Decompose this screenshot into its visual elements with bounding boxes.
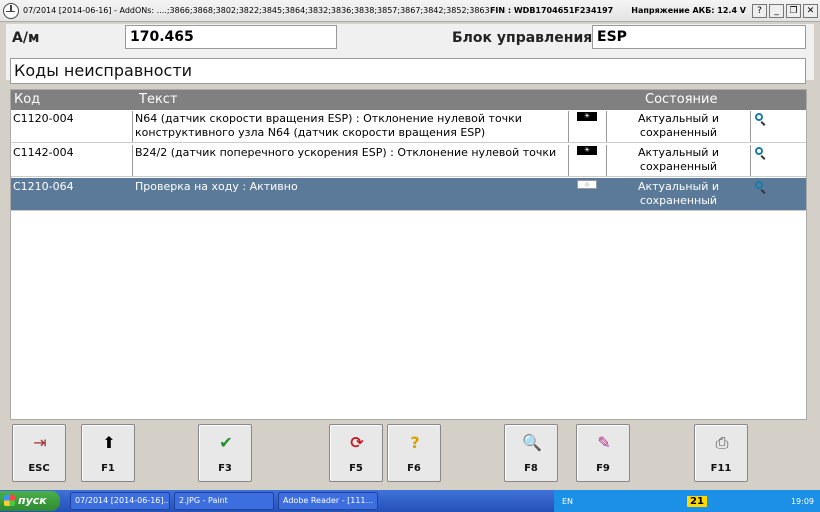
fault-text-line: B24/2 (датчик поперечного ускорения ESP)… xyxy=(135,146,557,159)
help-button[interactable]: ? xyxy=(752,3,767,18)
magnifier-icon[interactable] xyxy=(755,113,763,121)
fault-state-line: Актуальный и xyxy=(637,112,719,125)
column-header-text[interactable]: Текст xyxy=(139,90,178,110)
f6-button[interactable]: ? F6 xyxy=(387,424,441,482)
details-cell xyxy=(750,111,808,142)
start-button[interactable]: пуск xyxy=(0,491,60,511)
fkey-label: F1 xyxy=(101,463,115,474)
flag-cell: ☀ xyxy=(568,111,606,142)
fault-state-line: Актуальный и xyxy=(637,180,719,193)
details-cell xyxy=(750,179,808,210)
edit-icon: ✎ xyxy=(597,433,611,452)
table-row[interactable]: C1120-004 N64 (датчик скорости вращения … xyxy=(11,110,806,143)
flag-cell: ☼ xyxy=(568,179,606,210)
minimize-button[interactable]: _ xyxy=(769,3,784,18)
fault-state: Актуальный и сохраненный xyxy=(606,179,750,210)
warning-lamp-icon: ☼ xyxy=(577,180,597,189)
exit-door-icon: ⇥ xyxy=(33,433,47,452)
window-controls: ? _ ❐ ✕ xyxy=(752,3,818,18)
fault-state-line: Актуальный и xyxy=(637,146,719,159)
fkey-label: ESC xyxy=(28,463,50,474)
system-tray: EN 21 19:09 xyxy=(554,490,820,512)
battery-voltage-label: Напряжение АКБ: 12.4 V xyxy=(631,6,746,15)
fault-text-line: N64 (датчик скорости вращения ESP) : Отк… xyxy=(135,112,522,125)
fault-state-line: сохраненный xyxy=(639,160,718,173)
magnifier-icon[interactable] xyxy=(755,147,763,155)
fault-state-line: сохраненный xyxy=(639,194,718,207)
close-button[interactable]: ✕ xyxy=(803,3,818,18)
taskbar-item-das[interactable]: 07/2014 [2014-06-16]... xyxy=(70,492,170,510)
checkmark-icon: ✔ xyxy=(219,433,233,452)
esc-button[interactable]: ⇥ ESC xyxy=(12,424,66,482)
fkey-label: F3 xyxy=(218,463,232,474)
f3-button[interactable]: ✔ F3 xyxy=(198,424,252,482)
warning-lamp-icon: ☀ xyxy=(577,112,597,121)
column-header-code[interactable]: Код xyxy=(14,90,40,110)
taskbar-item-adobe[interactable]: Adobe Reader - [111... xyxy=(278,492,378,510)
vehicle-model-field: 170.465 xyxy=(125,25,337,49)
tray-badge[interactable]: 21 xyxy=(687,495,707,507)
help-icon: ? xyxy=(410,433,420,452)
fkey-label: F6 xyxy=(407,463,421,474)
fault-codes-table: Код Текст Состояние C1120-004 N64 (датчи… xyxy=(10,89,807,420)
details-cell xyxy=(750,145,808,176)
vin-label: FIN : WDB1704651F234197 xyxy=(489,6,614,15)
refresh-icon: ⟳ xyxy=(350,433,364,452)
fault-code: C1210-064 xyxy=(13,180,74,193)
fault-text-line: конструктивного узла N64 (датчик скорост… xyxy=(135,126,486,139)
f5-button[interactable]: ⟳ F5 xyxy=(329,424,383,482)
fault-state: Актуальный и сохраненный xyxy=(606,111,750,142)
fault-state: Актуальный и сохраненный xyxy=(606,145,750,176)
arrow-up-icon: ⬆ xyxy=(102,433,116,452)
fault-text-line: Проверка на ходу : Активно xyxy=(135,180,298,193)
fkey-label: F9 xyxy=(596,463,610,474)
search-icon: 🔍 xyxy=(522,433,542,452)
fault-text: Проверка на ходу : Активно xyxy=(132,179,568,210)
clock: 19:09 xyxy=(790,496,814,506)
taskbar-item-paint[interactable]: 2.JPG - Paint xyxy=(174,492,274,510)
magnifier-icon[interactable] xyxy=(755,181,763,189)
ecu-field: ESP xyxy=(592,25,806,49)
function-key-bar: ⇥ ESC ⬆ F1 ✔ F3 ⟳ F5 ? F6 🔍 F8 ✎ F9 ⎙ F1… xyxy=(10,424,807,486)
f11-button[interactable]: ⎙ F11 xyxy=(694,424,748,482)
table-header: Код Текст Состояние xyxy=(11,90,806,110)
fault-state-line: сохраненный xyxy=(639,126,718,139)
fkey-label: F8 xyxy=(524,463,538,474)
f8-button[interactable]: 🔍 F8 xyxy=(504,424,558,482)
fkey-label: F11 xyxy=(710,463,732,474)
title-bar: 07/2014 [2014-06-16] - AddONs: ....;3866… xyxy=(0,0,820,22)
app-window: 07/2014 [2014-06-16] - AddONs: ....;3866… xyxy=(0,0,820,490)
printer-icon: ⎙ xyxy=(715,433,729,452)
mercedes-logo-icon xyxy=(3,2,19,19)
f9-button[interactable]: ✎ F9 xyxy=(576,424,630,482)
vehicle-label: А/м xyxy=(12,30,40,46)
taskbar: пуск 07/2014 [2014-06-16]... 2.JPG - Pai… xyxy=(0,490,820,512)
page-title: Коды неисправности xyxy=(10,58,806,84)
f1-button[interactable]: ⬆ F1 xyxy=(81,424,135,482)
fkey-label: F5 xyxy=(349,463,363,474)
language-indicator[interactable]: EN xyxy=(562,497,573,506)
ecu-label: Блок управления xyxy=(452,30,593,46)
window-title: 07/2014 [2014-06-16] - AddONs: ....;3866… xyxy=(23,6,490,15)
fault-code: C1120-004 xyxy=(13,112,74,125)
fault-text: N64 (датчик скорости вращения ESP) : Отк… xyxy=(132,111,568,142)
warning-lamp-icon: ☀ xyxy=(577,146,597,155)
fault-text: B24/2 (датчик поперечного ускорения ESP)… xyxy=(132,145,568,176)
fault-code: C1142-004 xyxy=(13,146,74,159)
restore-button[interactable]: ❐ xyxy=(786,3,801,18)
table-row[interactable]: C1142-004 B24/2 (датчик поперечного уско… xyxy=(11,144,806,177)
table-row-selected[interactable]: C1210-064 Проверка на ходу : Активно ☼ А… xyxy=(11,178,806,211)
flag-cell: ☀ xyxy=(568,145,606,176)
column-header-state[interactable]: Состояние xyxy=(645,90,717,110)
